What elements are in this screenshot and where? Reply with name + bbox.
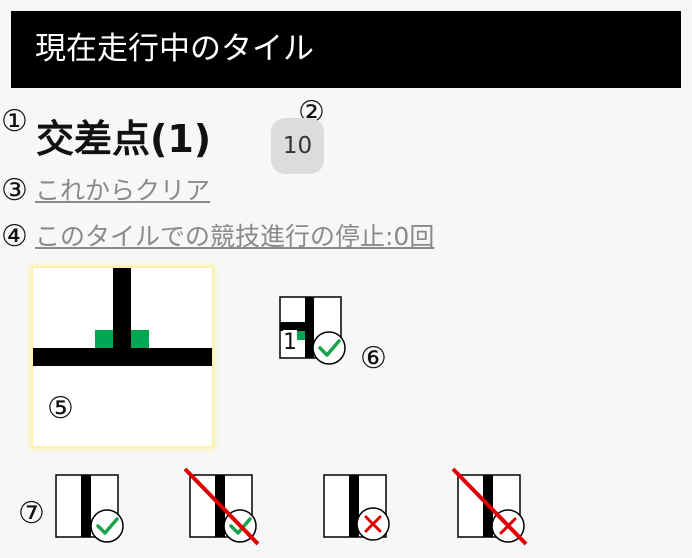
marker-4: ④ <box>1 219 28 254</box>
header-bar: 現在走行中のタイル <box>11 11 681 88</box>
green-marker-right <box>131 330 149 348</box>
next-tile-label: 1 <box>283 330 297 356</box>
marker-7: ⑦ <box>18 496 45 531</box>
option-tile-check-disabled[interactable] <box>182 466 264 552</box>
marker-3: ③ <box>1 173 28 208</box>
stop-count-link[interactable]: このタイルでの競技進行の停止:0回 <box>35 220 434 254</box>
option-tile-check[interactable] <box>55 474 127 550</box>
clear-link[interactable]: これからクリア <box>35 174 210 208</box>
option-tile-cross-disabled[interactable] <box>450 466 532 552</box>
green-marker-left <box>95 330 113 348</box>
check-icon <box>90 509 124 543</box>
count-badge: 10 <box>271 118 324 174</box>
next-tile-preview[interactable]: 1 <box>279 296 349 370</box>
marker-6: ⑥ <box>360 341 387 376</box>
marker-1: ① <box>1 104 28 139</box>
current-tile[interactable]: ⑤ <box>33 268 212 446</box>
tile-name: 交差点(1) <box>36 117 212 161</box>
marker-5: ⑤ <box>47 391 74 426</box>
check-icon <box>312 331 346 365</box>
option-tile-cross[interactable] <box>323 474 395 550</box>
cross-icon <box>356 507 390 541</box>
next-green-marker <box>296 331 305 340</box>
header-title: 現在走行中のタイル <box>35 31 314 67</box>
